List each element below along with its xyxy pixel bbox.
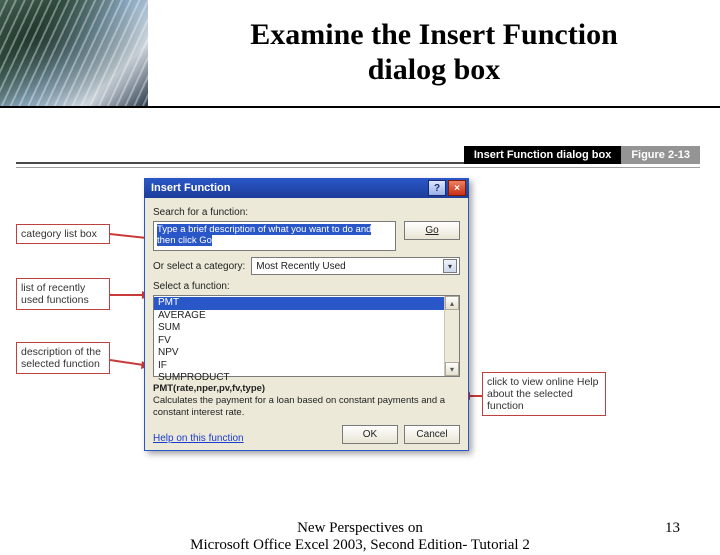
help-icon[interactable]: ? — [428, 180, 446, 196]
header: Examine the Insert Function dialog box — [0, 0, 720, 106]
page-number: 13 — [665, 520, 680, 537]
dialog-titlebar[interactable]: Insert Function ? × — [144, 178, 469, 198]
figure: Insert Function dialog box Figure 2-13 c… — [16, 146, 700, 461]
insert-function-dialog: Insert Function ? × Search for a functio… — [144, 178, 469, 451]
figure-bar: Insert Function dialog box Figure 2-13 — [16, 146, 700, 164]
header-rule — [0, 106, 720, 108]
dialog-body: Search for a function: Type a brief desc… — [144, 198, 469, 451]
figure-number: Figure 2-13 — [621, 146, 700, 164]
callout-description: description of the selected function — [16, 342, 110, 374]
list-item[interactable]: AVERAGE — [154, 310, 444, 323]
title-line-1: Examine the Insert Function — [250, 18, 618, 51]
scrollbar[interactable]: ▴ ▾ — [444, 296, 459, 376]
figure-bar-underline — [16, 164, 700, 168]
close-icon[interactable]: × — [448, 180, 466, 196]
footer-text: New Perspectives on Microsoft Office Exc… — [0, 520, 720, 555]
list-item[interactable]: PMT — [154, 297, 444, 310]
title-area: Examine the Insert Function dialog box — [148, 0, 720, 106]
figure-bar-rule — [16, 146, 464, 164]
category-value: Most Recently Used — [256, 261, 443, 272]
footer-line-1: New Perspectives on — [297, 520, 423, 536]
list-item[interactable]: FV — [154, 335, 444, 348]
callout-recent-functions: list of recently used functions — [16, 278, 110, 310]
chevron-down-icon[interactable]: ▾ — [443, 259, 457, 273]
go-button[interactable]: Go — [404, 221, 460, 240]
function-listbox[interactable]: PMT AVERAGE SUM FV NPV IF SUMPRODUCT ▴ ▾ — [153, 295, 460, 377]
function-description-text: Calculates the payment for a loan based … — [153, 395, 445, 418]
slide-title: Examine the Insert Function dialog box — [148, 18, 720, 87]
function-description: PMT(rate,nper,pv,fv,type) Calculates the… — [153, 383, 460, 419]
search-input[interactable]: Type a brief description of what you wan… — [153, 221, 396, 251]
list-item[interactable]: SUM — [154, 322, 444, 335]
category-select[interactable]: Most Recently Used ▾ — [251, 257, 460, 275]
function-syntax: PMT(rate,nper,pv,fv,type) — [153, 383, 265, 394]
scroll-up-icon[interactable]: ▴ — [445, 296, 459, 310]
help-on-function-link[interactable]: Help on this function — [153, 433, 244, 444]
title-line-2: dialog box — [368, 53, 501, 86]
dialog-title: Insert Function — [147, 182, 426, 194]
figure-caption: Insert Function dialog box — [464, 146, 622, 164]
ok-button[interactable]: OK — [342, 425, 398, 444]
decorative-thumbnail — [0, 0, 148, 106]
category-label: Or select a category: — [153, 261, 245, 272]
search-label: Search for a function: — [153, 207, 460, 218]
callout-category-list-box: category list box — [16, 224, 110, 244]
scroll-down-icon[interactable]: ▾ — [445, 362, 459, 376]
select-function-label: Select a function: — [153, 281, 460, 292]
list-item[interactable]: NPV — [154, 347, 444, 360]
cancel-button[interactable]: Cancel — [404, 425, 460, 444]
callout-online-help: click to view online Help about the sele… — [482, 372, 606, 416]
search-input-text: Type a brief description of what you wan… — [157, 224, 371, 246]
function-list: PMT AVERAGE SUM FV NPV IF SUMPRODUCT — [154, 296, 444, 376]
list-item[interactable]: IF — [154, 360, 444, 373]
scroll-track[interactable] — [445, 310, 459, 362]
